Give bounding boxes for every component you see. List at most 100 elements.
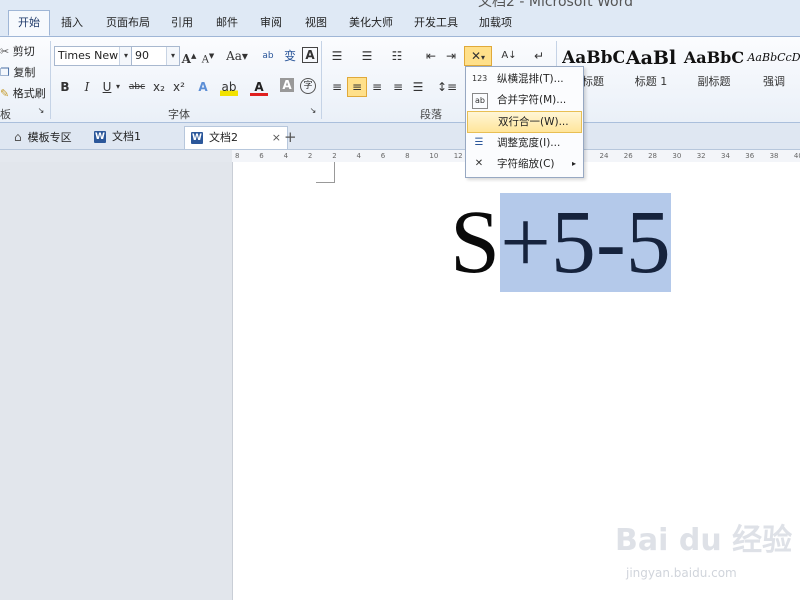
- menu-item-label: 合并字符(M)...: [497, 94, 567, 106]
- style-heading-1[interactable]: AaBl 标题 1: [620, 45, 682, 95]
- copy-button[interactable]: ❐ 复制: [0, 64, 35, 80]
- font-launcher-icon[interactable]: ↘: [308, 106, 318, 116]
- tab-document-2[interactable]: W 文档2 ×: [184, 126, 288, 149]
- tab-addins[interactable]: 加载项: [479, 14, 512, 30]
- paintbrush-icon: ✎: [0, 87, 10, 100]
- cut-button[interactable]: ✂ 剪切: [0, 43, 35, 59]
- tab-developer[interactable]: 开发工具: [414, 14, 458, 30]
- watermark-url: jingyan.baidu.com: [626, 566, 737, 580]
- enclosed-character-icon[interactable]: 字: [300, 78, 316, 94]
- bold-button[interactable]: B: [56, 78, 74, 96]
- font-color-icon[interactable]: A: [250, 78, 268, 96]
- chinese-layout-button[interactable]: ✕▾: [464, 46, 492, 66]
- superscript-button[interactable]: x²: [170, 78, 188, 96]
- menu-item-label: 双行合一(W)...: [498, 116, 569, 128]
- ruler-number: 8: [235, 152, 240, 160]
- change-case-button[interactable]: Aa▾: [224, 47, 250, 65]
- shrink-font-button[interactable]: A▼: [199, 47, 217, 65]
- increase-indent-icon[interactable]: ⇥: [442, 47, 460, 65]
- decrease-indent-icon[interactable]: ⇤: [422, 47, 440, 65]
- word-icon: W: [94, 131, 106, 143]
- word-icon: W: [191, 132, 203, 144]
- title-bar: 文档2 - Microsoft Word: [0, 0, 800, 8]
- combine-characters-icon: ab: [472, 93, 488, 109]
- tab-insert[interactable]: 插入: [61, 14, 83, 30]
- tab-label: 模板专区: [27, 131, 72, 144]
- ruler-number: 8: [405, 152, 410, 160]
- chinese-layout-menu: 123 纵横混排(T)... ab 合并字符(M)... 双行合一(W)... ☰ 调…: [465, 66, 584, 178]
- font-size-value: 90: [135, 49, 149, 62]
- format-painter-button[interactable]: ✎ 格式刷: [0, 85, 46, 101]
- style-sample: AaBbC: [683, 48, 745, 67]
- ribbon: ✂ 剪切 ❐ 复制 ✎ 格式刷 板 ↘ Times New F ▾ 90 ▾ A…: [0, 37, 800, 123]
- tab-view[interactable]: 视图: [305, 14, 327, 30]
- new-tab-button[interactable]: +: [284, 126, 297, 148]
- style-subtitle[interactable]: AaBbC 副标题: [683, 45, 745, 95]
- align-center-icon[interactable]: ≡: [347, 77, 367, 97]
- strikethrough-button[interactable]: abc: [126, 78, 148, 96]
- text-effects-icon[interactable]: A: [194, 78, 212, 96]
- grow-font-icon: A: [181, 52, 191, 66]
- clipboard-launcher-icon[interactable]: ↘: [36, 106, 46, 116]
- menu-item-adjust-width[interactable]: ☰ 调整宽度(I)...: [467, 133, 582, 153]
- watermark-logo: Bai du 经验: [615, 523, 793, 558]
- ruler-number: 28: [648, 152, 658, 160]
- style-emphasis[interactable]: AaBbCcD 强调: [746, 45, 800, 95]
- distributed-icon[interactable]: ☰: [409, 78, 427, 96]
- style-name: 强调: [763, 75, 785, 88]
- ruler-number: 4: [283, 152, 289, 160]
- italic-button[interactable]: I: [78, 78, 96, 96]
- chevron-down-icon[interactable]: ▾: [166, 47, 179, 65]
- enclose-characters-icon[interactable]: 变: [281, 47, 299, 65]
- line-spacing-icon[interactable]: ↕≡: [437, 78, 457, 96]
- shrink-font-icon: A: [201, 54, 209, 66]
- ruler-number: 12: [453, 152, 463, 160]
- style-sample: AaBl: [625, 47, 677, 69]
- highlight-color-icon[interactable]: ab: [220, 78, 238, 96]
- font-name-combo[interactable]: Times New F ▾: [54, 46, 133, 66]
- align-right-icon[interactable]: ≡: [368, 78, 386, 96]
- menu-item-character-scale[interactable]: ✕ 字符缩放(C) ▸: [467, 154, 582, 174]
- tab-references[interactable]: 引用: [171, 14, 193, 30]
- menu-item-combine-characters[interactable]: ab 合并字符(M)...: [467, 90, 582, 110]
- home-icon: ⌂: [14, 130, 22, 144]
- clipboard-group-label: 板: [0, 108, 11, 121]
- style-name: 标题 1: [634, 75, 668, 88]
- tab-label: 文档2: [209, 131, 238, 144]
- menu-item-two-lines-in-one[interactable]: 双行合一(W)...: [467, 111, 582, 133]
- character-shading-icon[interactable]: A: [280, 78, 294, 92]
- numbering-icon[interactable]: ☰: [358, 47, 376, 65]
- submenu-arrow-icon: ▸: [571, 159, 576, 168]
- show-marks-icon[interactable]: ↵: [530, 47, 548, 65]
- tab-review[interactable]: 审阅: [260, 14, 282, 30]
- character-border-icon[interactable]: A: [302, 47, 318, 63]
- tab-beautify[interactable]: 美化大师: [349, 14, 393, 30]
- group-separator: [50, 41, 51, 119]
- tab-document-1[interactable]: W 文档1: [94, 126, 141, 148]
- ruler-number: 6: [380, 152, 386, 160]
- tab-home[interactable]: 开始: [8, 10, 50, 36]
- phonetic-guide-icon[interactable]: ab: [259, 47, 277, 65]
- close-icon[interactable]: ×: [272, 127, 281, 149]
- grow-font-button[interactable]: A▲: [180, 47, 198, 66]
- sort-icon[interactable]: A↓: [500, 47, 518, 65]
- ruler-number: 6: [259, 152, 264, 160]
- tab-page-layout[interactable]: 页面布局: [106, 14, 150, 30]
- chevron-down-icon[interactable]: ▾: [113, 78, 123, 96]
- ruler-number: 32: [696, 152, 706, 160]
- multilevel-list-icon[interactable]: ☷: [388, 47, 406, 65]
- bullets-icon[interactable]: ☰: [328, 47, 346, 65]
- document-tab-strip: ⌂ 模板专区 W 文档1 W 文档2 × +: [0, 123, 800, 150]
- change-case-icon: Aa: [226, 49, 242, 63]
- menu-item-vertical-horizontal[interactable]: 123 纵横混排(T)...: [467, 69, 582, 89]
- subscript-button[interactable]: x₂: [150, 78, 168, 96]
- align-left-icon[interactable]: ≡: [328, 78, 346, 96]
- font-size-combo[interactable]: 90 ▾: [131, 46, 180, 66]
- justify-icon[interactable]: ≡: [389, 78, 407, 96]
- document-text[interactable]: S+5-5: [450, 178, 671, 308]
- ribbon-tab-row: 开始 插入 页面布局 引用 邮件 审阅 视图 美化大师 开发工具 加载项: [0, 8, 800, 37]
- tab-template-zone[interactable]: ⌂ 模板专区: [14, 126, 72, 148]
- tab-mailings[interactable]: 邮件: [216, 14, 238, 30]
- font-name-value: Times New F: [58, 49, 128, 62]
- selected-text[interactable]: +5-5: [500, 193, 671, 292]
